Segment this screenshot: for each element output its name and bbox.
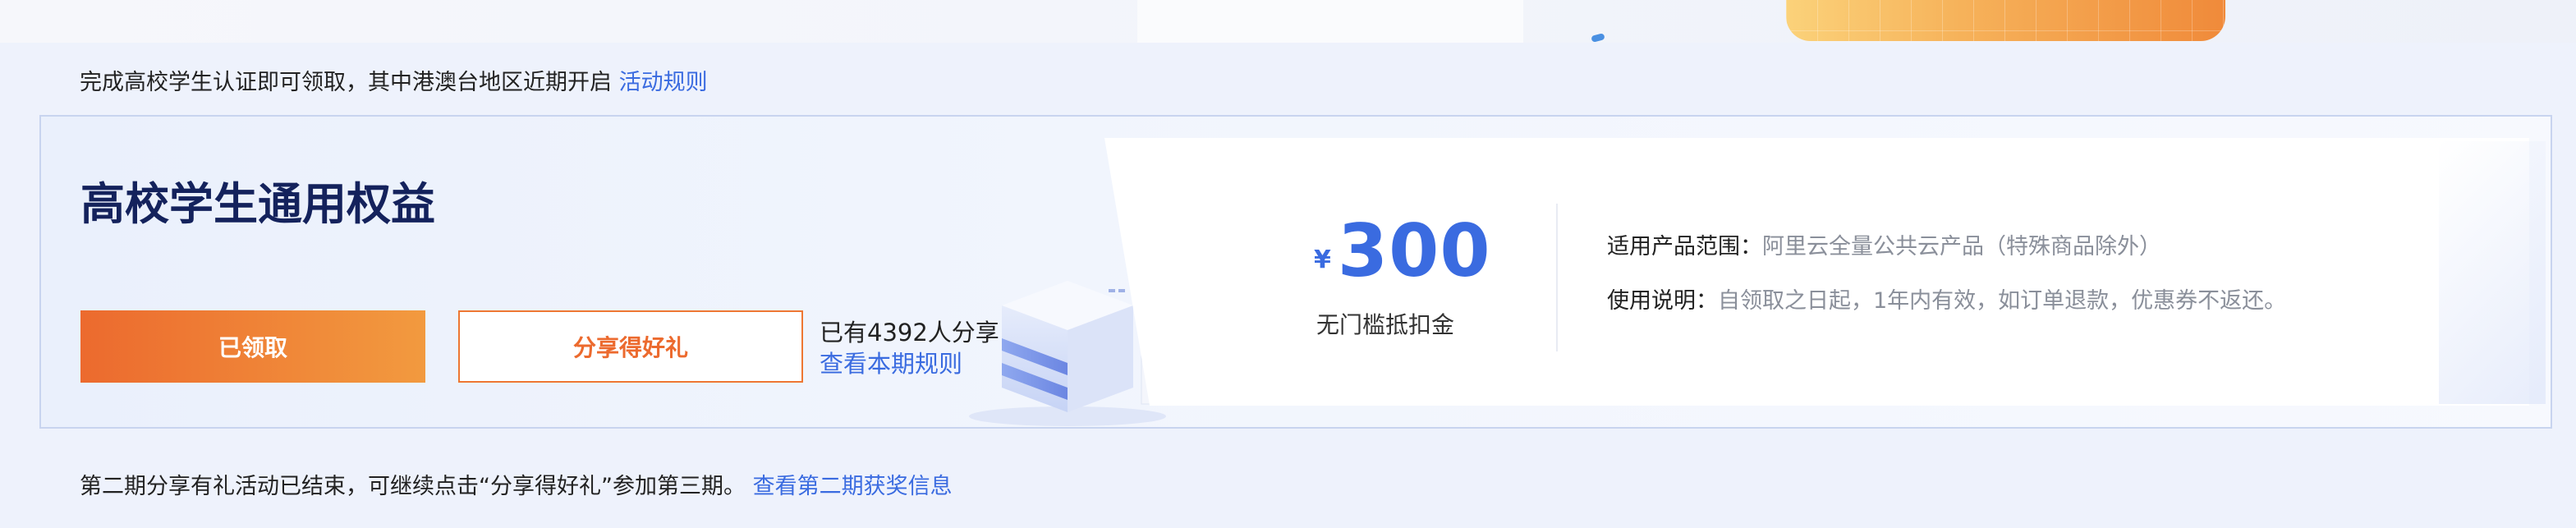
card-title: 高校学生通用权益 [80, 178, 435, 230]
coupon-description: 无门槛抵扣金 [1316, 311, 1455, 338]
usage-row: 使用说明：自领取之日起，1年内有效，如订单退款，优惠券不返还。 [1607, 282, 2286, 315]
scope-label: 适用产品范围： [1607, 234, 1762, 259]
banner-cubes-illustration [1786, 0, 2225, 41]
coupon-divider [1556, 204, 1558, 351]
claimed-button[interactable]: 已领取 [80, 310, 425, 383]
scope-value: 阿里云全量公共云产品（特殊商品除外） [1762, 234, 2161, 259]
bottom-note: 第二期分享有礼活动已结束，可继续点击“分享得好礼”参加第三期。 查看第二期获奖信… [80, 468, 953, 500]
student-benefit-card: 高校学生通用权益 已领取 分享得好礼 已有4392人分享 查看本期规则 ¥300… [39, 115, 2552, 429]
coupon-price: ¥300 [1314, 209, 1491, 293]
usage-label: 使用说明： [1607, 288, 1718, 314]
banner-white-block [1137, 0, 1523, 43]
banner-decoration [1591, 33, 1605, 43]
winners-info-link[interactable]: 查看第二期获奖信息 [753, 474, 953, 499]
currency-symbol: ¥ [1314, 246, 1331, 274]
product-scope-row: 适用产品范围：阿里云全量公共云产品（特殊商品除外） [1607, 228, 2161, 260]
view-rules-link[interactable]: 查看本期规则 [820, 345, 962, 379]
share-gift-button[interactable]: 分享得好礼 [458, 310, 803, 383]
usage-value: 自领取之日起，1年内有效，如订单退款，优惠券不返还。 [1718, 288, 2287, 314]
top-banner [0, 0, 2576, 43]
top-note: 完成高校学生认证即可领取，其中港澳台地区近期开启 活动规则 [80, 64, 708, 96]
activity-rules-link[interactable]: 活动规则 [619, 70, 708, 95]
top-note-text: 完成高校学生认证即可领取，其中港澳台地区近期开启 [80, 70, 612, 95]
coupon-decoration [2439, 141, 2546, 404]
coupon-amount: 300 [1337, 209, 1491, 293]
bottom-note-text: 第二期分享有礼活动已结束，可继续点击“分享得好礼”参加第三期。 [80, 474, 746, 499]
